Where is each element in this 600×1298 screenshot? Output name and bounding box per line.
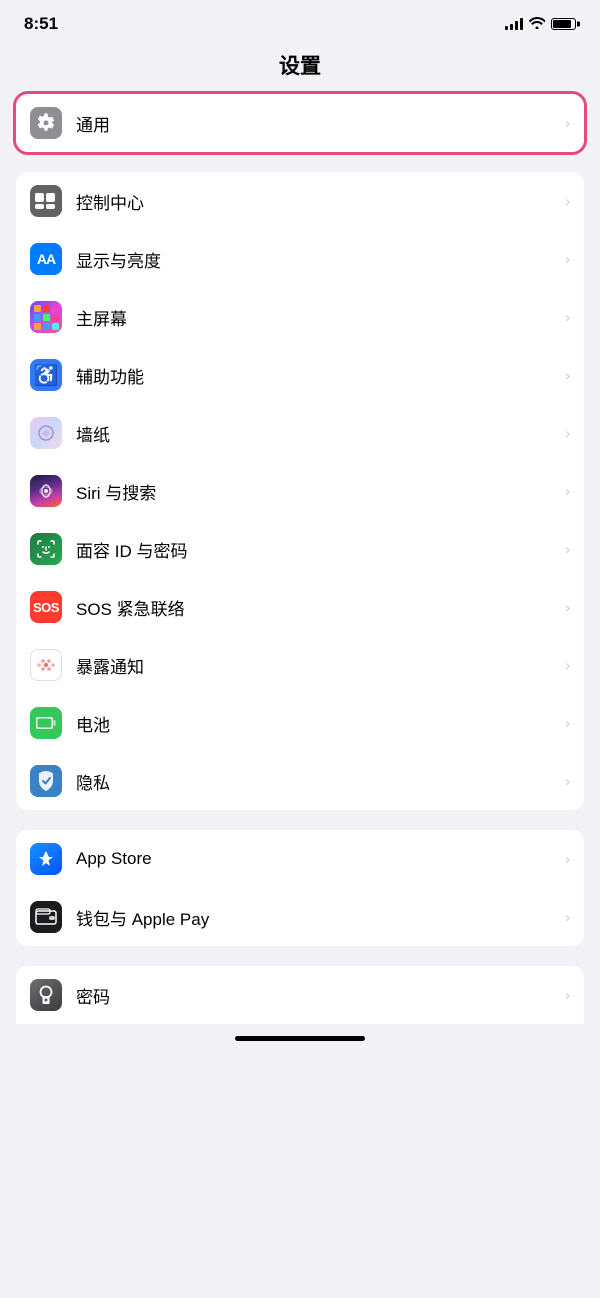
row-exposure[interactable]: 暴露通知 › bbox=[16, 636, 584, 694]
general-chevron: › bbox=[565, 115, 570, 131]
row-sos[interactable]: SOS SOS 紧急联络 › bbox=[16, 578, 584, 636]
battery-icon bbox=[551, 18, 576, 30]
siri-chevron: › bbox=[565, 483, 570, 499]
section-general: 通用 › bbox=[16, 94, 584, 152]
row-accessibility[interactable]: ♿ 辅助功能 › bbox=[16, 346, 584, 404]
page-title: 设置 bbox=[0, 42, 600, 94]
row-wallpaper[interactable]: 墙纸 › bbox=[16, 404, 584, 462]
exposure-label: 暴露通知 bbox=[76, 653, 559, 678]
home-screen-label: 主屏幕 bbox=[76, 305, 559, 330]
wifi-icon bbox=[529, 16, 545, 32]
sos-icon: SOS bbox=[30, 591, 62, 623]
sos-chevron: › bbox=[565, 599, 570, 615]
battery-row-icon bbox=[30, 707, 62, 739]
accessibility-chevron: › bbox=[565, 367, 570, 383]
faceid-label: 面容 ID 与密码 bbox=[76, 537, 559, 562]
wallet-icon bbox=[30, 901, 62, 933]
accessibility-label: 辅助功能 bbox=[76, 363, 559, 388]
privacy-label: 隐私 bbox=[76, 769, 559, 794]
passwords-chevron: › bbox=[565, 987, 570, 1003]
wallet-label: 钱包与 Apple Pay bbox=[76, 905, 559, 930]
section-main: 控制中心 › AA 显示与亮度 › 主屏幕 › bbox=[16, 172, 584, 810]
appstore-chevron: › bbox=[565, 851, 570, 867]
sos-label: SOS 紧急联络 bbox=[76, 595, 559, 620]
password-icon bbox=[30, 979, 62, 1011]
row-privacy[interactable]: 隐私 › bbox=[16, 752, 584, 810]
status-icons bbox=[505, 16, 576, 32]
wallet-chevron: › bbox=[565, 909, 570, 925]
row-home-screen[interactable]: 主屏幕 › bbox=[16, 288, 584, 346]
row-faceid[interactable]: 面容 ID 与密码 › bbox=[16, 520, 584, 578]
display-icon: AA bbox=[30, 243, 62, 275]
battery-chevron: › bbox=[565, 715, 570, 731]
row-control-center[interactable]: 控制中心 › bbox=[16, 172, 584, 230]
control-center-label: 控制中心 bbox=[76, 189, 559, 214]
accessibility-icon: ♿ bbox=[30, 359, 62, 391]
row-display[interactable]: AA 显示与亮度 › bbox=[16, 230, 584, 288]
home-indicator bbox=[235, 1036, 365, 1041]
status-time: 8:51 bbox=[24, 14, 58, 34]
row-siri[interactable]: Siri 与搜索 › bbox=[16, 462, 584, 520]
exposure-chevron: › bbox=[565, 657, 570, 673]
wallpaper-chevron: › bbox=[565, 425, 570, 441]
row-battery[interactable]: 电池 › bbox=[16, 694, 584, 752]
general-label: 通用 bbox=[76, 111, 559, 136]
faceid-chevron: › bbox=[565, 541, 570, 557]
section-store: App Store › 钱包与 Apple Pay › bbox=[16, 830, 584, 946]
appstore-icon bbox=[30, 843, 62, 875]
appstore-label: App Store bbox=[76, 849, 559, 869]
siri-icon bbox=[30, 475, 62, 507]
wallpaper-label: 墙纸 bbox=[76, 421, 559, 446]
status-bar: 8:51 bbox=[0, 0, 600, 42]
signal-icon bbox=[505, 18, 523, 30]
section-passwords: 密码 › bbox=[16, 966, 584, 1024]
display-label: 显示与亮度 bbox=[76, 247, 559, 272]
control-center-icon bbox=[30, 185, 62, 217]
row-passwords[interactable]: 密码 › bbox=[16, 966, 584, 1024]
cc-chevron: › bbox=[565, 193, 570, 209]
row-appstore[interactable]: App Store › bbox=[16, 830, 584, 888]
privacy-chevron: › bbox=[565, 773, 570, 789]
faceid-icon bbox=[30, 533, 62, 565]
home-screen-icon bbox=[30, 301, 62, 333]
privacy-icon bbox=[30, 765, 62, 797]
home-screen-chevron: › bbox=[565, 309, 570, 325]
general-icon bbox=[30, 107, 62, 139]
row-general[interactable]: 通用 › bbox=[16, 94, 584, 152]
display-chevron: › bbox=[565, 251, 570, 267]
battery-label: 电池 bbox=[76, 711, 559, 736]
siri-label: Siri 与搜索 bbox=[76, 479, 559, 504]
passwords-label: 密码 bbox=[76, 983, 559, 1008]
wallpaper-icon bbox=[30, 417, 62, 449]
row-wallet[interactable]: 钱包与 Apple Pay › bbox=[16, 888, 584, 946]
exposure-icon bbox=[30, 649, 62, 681]
